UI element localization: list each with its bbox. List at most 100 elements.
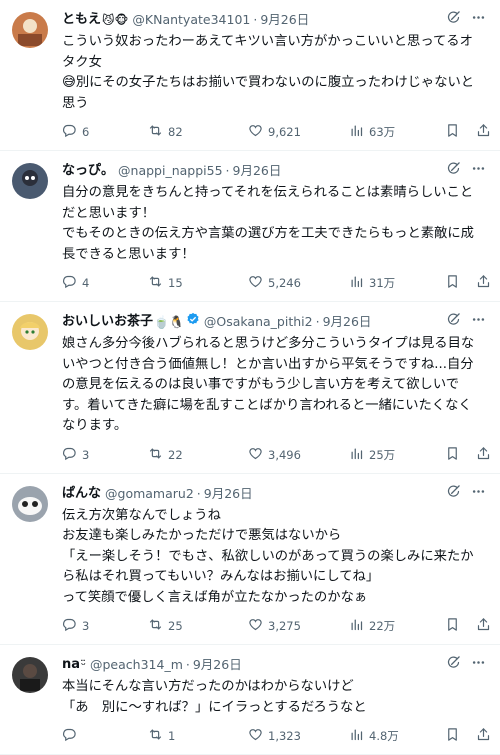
reply-icon	[62, 274, 77, 292]
user-handle[interactable]: @nappi_nappi55	[118, 161, 223, 181]
reply-button[interactable]: 3	[62, 617, 89, 635]
views-button[interactable]: 63万	[349, 123, 395, 141]
reply-count: 6	[82, 125, 90, 139]
bookmark-button[interactable]	[445, 123, 460, 141]
share-button[interactable]	[476, 727, 491, 745]
tweet-header: ぱんな @gomamaru2 · 9月26日	[62, 484, 484, 504]
reply-button[interactable]: 3	[62, 446, 89, 464]
retweet-icon	[148, 617, 163, 635]
retweet-icon	[148, 274, 163, 292]
more-icon[interactable]	[471, 484, 486, 499]
reply-tweet[interactable]: なっぴ。 @nappi_nappi55 · 9月26日 自分の意見をきちんと持ってそれを…	[0, 151, 500, 302]
retweet-count: 25	[168, 619, 183, 633]
like-button[interactable]: 5,246	[248, 274, 301, 292]
tweet-date[interactable]: 9月26日	[233, 161, 282, 181]
like-button[interactable]: 1,323	[248, 727, 301, 745]
tweet-text: 伝え方次第なんでしょうね お友達も楽しみたかっただけで悪気はないから 「えー楽し…	[62, 507, 474, 605]
share-icon	[476, 123, 491, 141]
bookmark-icon	[445, 727, 460, 745]
share-button[interactable]	[476, 617, 491, 635]
tweet-text: 娘さん多分今後ハブられると思うけど多分こういうタイプは見る目ないやつと付き合う価…	[62, 336, 475, 433]
bookmark-button[interactable]	[445, 446, 460, 464]
retweet-button[interactable]: 82	[148, 123, 183, 141]
more-icon[interactable]	[471, 161, 486, 176]
bookmark-button[interactable]	[445, 617, 460, 635]
reply-count: 3	[82, 447, 90, 462]
avatar[interactable]	[12, 485, 48, 522]
tweet-text: 本当にそんな言い方だったのかはわからないけど 「あ 別に〜すれば？」にイラっとす…	[62, 679, 367, 715]
tweet-date[interactable]: 9月26日	[204, 484, 253, 504]
retweet-count: 1	[168, 729, 176, 743]
reply-tweet[interactable]: おいしいお茶子 🍵🐧 @Osakana_pithi2 · 9月26日娘さん多分今後ハブら…	[0, 302, 500, 474]
user-handle[interactable]: @gomamaru2	[105, 484, 194, 504]
separator-dot: ·	[185, 657, 190, 672]
grok-icon[interactable]	[446, 484, 461, 499]
display-name[interactable]: なっぴ。	[62, 161, 114, 181]
grok-icon[interactable]	[446, 312, 461, 327]
retweet-button[interactable]: 25	[148, 617, 183, 635]
like-button[interactable]: 9,621	[248, 123, 301, 141]
grok-icon[interactable]	[446, 161, 461, 176]
user-handle[interactable]: @KNantyate34101	[132, 10, 250, 30]
reply-icon	[62, 617, 77, 635]
name-emoji: 🍵🐧	[154, 315, 184, 329]
avatar[interactable]	[12, 314, 48, 350]
more-icon[interactable]	[471, 655, 486, 670]
views-icon	[349, 727, 364, 745]
bookmark-icon	[445, 617, 460, 635]
reply-icon	[62, 727, 77, 745]
name-emoji: ᵕ̈	[81, 658, 86, 672]
retweet-button[interactable]: 22	[148, 446, 183, 464]
display-name[interactable]: おいしいお茶子	[62, 312, 153, 332]
grok-icon[interactable]	[446, 655, 461, 670]
views-button[interactable]: 22万	[349, 617, 395, 635]
reply-button[interactable]: 6	[62, 123, 89, 141]
reply-button[interactable]: 4	[62, 274, 89, 292]
bookmark-button[interactable]	[445, 274, 460, 292]
views-button[interactable]: 4.8万	[349, 727, 399, 745]
tweet-date[interactable]: 9月26日	[260, 10, 309, 30]
views-icon	[349, 274, 364, 292]
user-handle[interactable]: @Osakana_pithi2	[204, 312, 313, 332]
tweet-date[interactable]: 9月26日	[323, 312, 372, 332]
heart-icon	[248, 274, 263, 292]
like-button[interactable]: 3,275	[248, 617, 301, 635]
display-name[interactable]: na	[62, 655, 80, 675]
tweet-date[interactable]: 9月26日	[193, 655, 242, 675]
more-icon[interactable]	[471, 10, 486, 25]
bookmark-button[interactable]	[445, 727, 460, 745]
retweet-button[interactable]: 1	[148, 727, 175, 745]
tweet-header: na ᵕ̈ @peach314_m · 9月26日	[62, 655, 484, 675]
share-button[interactable]	[476, 446, 491, 464]
heart-icon	[248, 446, 263, 464]
tweet-actions: 3 22 3,496 25万	[62, 437, 490, 473]
name-emoji: 😼🐵	[102, 13, 129, 27]
reply-tweet[interactable]: ぱんな @gomamaru2 · 9月26日伝え方次第なんでしょうね お友達も楽しみた…	[0, 474, 500, 645]
display-name[interactable]: ぱんな	[62, 484, 101, 504]
share-button[interactable]	[476, 123, 491, 141]
avatar[interactable]	[12, 657, 48, 693]
heart-icon	[248, 617, 263, 635]
bookmark-icon	[445, 274, 460, 292]
reply-tweet[interactable]: na ᵕ̈ @peach314_m · 9月26日本当にそんな言い方だったのかはわからな…	[0, 645, 500, 755]
share-button[interactable]	[476, 274, 491, 292]
reply-count: 4	[82, 276, 90, 290]
views-icon	[349, 123, 364, 141]
views-button[interactable]: 31万	[349, 274, 395, 292]
grok-icon[interactable]	[446, 10, 461, 25]
bookmark-icon	[445, 446, 460, 464]
share-icon	[476, 617, 491, 635]
avatar[interactable]	[12, 12, 48, 48]
views-button[interactable]: 25万	[349, 446, 395, 464]
retweet-button[interactable]: 15	[148, 274, 183, 292]
view-count: 63万	[369, 125, 396, 139]
like-button[interactable]: 3,496	[248, 446, 301, 464]
avatar[interactable]	[12, 163, 48, 199]
user-handle[interactable]: @peach314_m	[90, 655, 183, 675]
separator-dot: ·	[315, 314, 320, 329]
reply-button[interactable]	[62, 727, 82, 745]
display-name[interactable]: ともえ	[62, 10, 101, 30]
tweet-actions: 6 82 9,621 63万	[62, 114, 490, 150]
reply-tweet[interactable]: ともえ 😼🐵 @KNantyate34101 · 9月26日 こういう奴おったわーあえてキ…	[0, 0, 500, 151]
more-icon[interactable]	[471, 312, 486, 327]
